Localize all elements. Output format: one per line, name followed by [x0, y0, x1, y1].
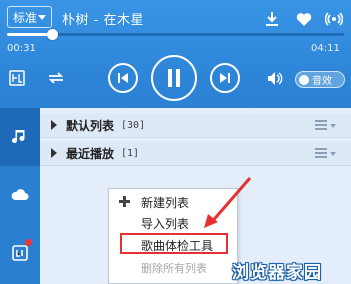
broadcast-icon[interactable] [325, 10, 343, 28]
menu-item-label: 新建列表 [141, 195, 190, 210]
progress-knob[interactable] [47, 29, 58, 40]
notification-badge [25, 239, 32, 246]
next-button[interactable] [210, 63, 240, 93]
playlist-count: [1] [121, 147, 140, 159]
progress-bar[interactable] [7, 29, 344, 40]
live-icon [12, 245, 28, 261]
plus-icon [119, 196, 130, 207]
pause-icon [168, 69, 180, 87]
lyric-icon[interactable] [9, 70, 25, 86]
sidebar [0, 108, 40, 284]
expand-arrow-icon[interactable] [51, 120, 57, 130]
previous-button[interactable] [108, 63, 138, 93]
playlist-name: 默认列表 [66, 118, 115, 133]
quality-selector[interactable]: 标准 [7, 6, 52, 28]
time-total: 04:11 [311, 43, 340, 54]
song-title: 朴树 - 在木星 [62, 13, 144, 28]
heart-icon[interactable] [295, 10, 313, 28]
annotation-arrow-icon [204, 177, 252, 228]
cloud-icon [11, 189, 29, 200]
menu-item-label: 删除所有列表 [141, 262, 207, 275]
time-current: 00:31 [7, 43, 36, 54]
previous-icon [118, 73, 128, 83]
quality-label: 标准 [13, 10, 38, 25]
playlist-item-recent[interactable]: 最近播放 [1] [40, 141, 351, 166]
loop-icon[interactable] [46, 69, 66, 87]
pause-button[interactable] [151, 55, 197, 101]
watermark: 浏览器家园 [232, 263, 322, 283]
chevron-down-icon [38, 15, 46, 20]
volume-icon[interactable] [267, 71, 283, 86]
toggle-knob [299, 74, 309, 85]
player-panel: 标准 朴树 - 在木星 00:31 04:11 音效 [0, 0, 351, 108]
menu-item-delete-all-lists: 删除所有列表 [109, 257, 239, 279]
sound-effect-label: 音效 [312, 76, 332, 87]
sidebar-item-live[interactable] [0, 224, 40, 282]
sidebar-item-music[interactable] [0, 108, 40, 166]
playlist-item-default[interactable]: 默认列表 [30] [40, 113, 351, 138]
sidebar-item-cloud[interactable] [0, 166, 40, 224]
menu-icon[interactable] [315, 120, 336, 130]
playlist-count: [30] [121, 119, 146, 131]
menu-item-label: 导入列表 [141, 216, 190, 231]
playlist-name: 最近播放 [66, 146, 115, 161]
menu-icon[interactable] [315, 148, 336, 158]
sound-effect-toggle[interactable]: 音效 [295, 71, 345, 88]
expand-arrow-icon[interactable] [51, 148, 57, 158]
highlight-box [120, 233, 228, 254]
next-icon [220, 73, 230, 83]
download-icon[interactable] [263, 10, 281, 28]
music-note-icon [12, 130, 25, 143]
